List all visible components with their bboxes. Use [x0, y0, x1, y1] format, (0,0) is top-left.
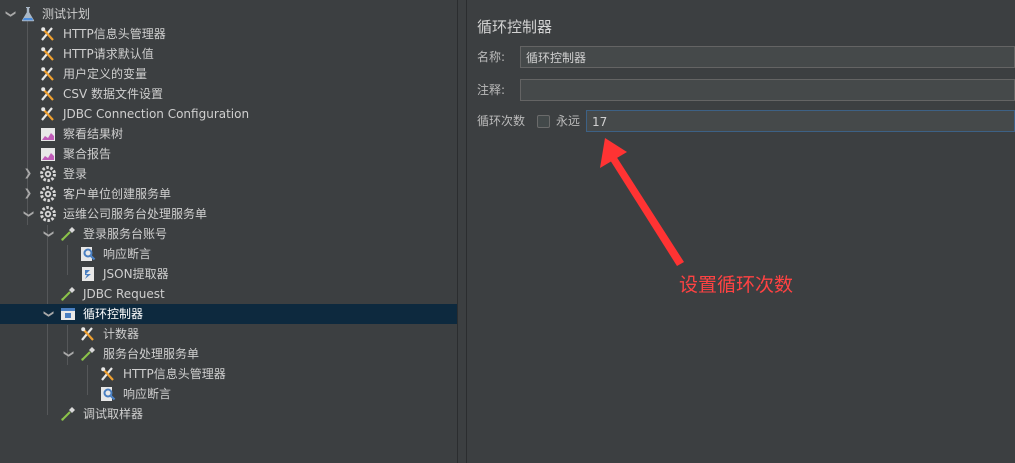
forever-checkbox[interactable] [537, 115, 550, 128]
tree-item-test-plan[interactable]: ❯ 测试计划 [0, 4, 457, 24]
tree-item-aggregate-report[interactable]: 聚合报告 [0, 144, 457, 164]
wrench-tool-icon [40, 46, 56, 62]
tree-item-client-create-ticket[interactable]: ❯ 客户单位创建服务单 [0, 184, 457, 204]
tree-item-service-desk-handle-ticket[interactable]: ❯ 服务台处理服务单 [0, 344, 457, 364]
chevron-down-icon[interactable]: ❯ [0, 8, 20, 20]
loop-count-label: 循环次数 [477, 114, 526, 128]
tree-item-label: HTTP请求默认值 [63, 47, 154, 61]
chart-icon [40, 126, 56, 142]
pipette-icon [60, 226, 76, 242]
tree-item-label: 调试取样器 [83, 407, 144, 421]
tree-item-label: 响应断言 [123, 387, 172, 401]
tree-item-label: JSON提取器 [103, 267, 169, 281]
name-field[interactable]: 循环控制器 [520, 46, 1015, 68]
tree-item-label: 登录 [63, 167, 88, 181]
tree-item-label: 服务台处理服务单 [103, 347, 200, 361]
tree-item-http-request-defaults[interactable]: HTTP请求默认值 [0, 44, 457, 64]
tree-item-label: 计数器 [103, 327, 140, 341]
tree-item-label: HTTP信息头管理器 [63, 27, 166, 41]
wrench-tool-icon [80, 326, 96, 342]
tree-item-label: 响应断言 [103, 247, 152, 261]
tree-item-login-service-desk[interactable]: ❯ 登录服务台账号 [0, 224, 457, 244]
tree-item-http-header-manager[interactable]: HTTP信息头管理器 [0, 24, 457, 44]
tree-item-ops-handle-ticket[interactable]: ❯ 运维公司服务台处理服务单 [0, 204, 457, 224]
tree-item-counter[interactable]: 计数器 [0, 324, 457, 344]
loop-controller-panel: 循环控制器 名称: 循环控制器 注释: 循环次数 永远 17 [467, 0, 1015, 463]
tree-item-loop-controller[interactable]: ❯ 循环控制器 [0, 304, 457, 324]
wrench-tool-icon [40, 26, 56, 42]
forever-label: 永远 [556, 114, 581, 128]
magnifier-icon [100, 386, 116, 402]
tree-item-label: 客户单位创建服务单 [63, 187, 172, 201]
name-label: 名称: [477, 50, 506, 64]
tree-item-label: JDBC Request [83, 287, 165, 301]
magnifier-icon [80, 246, 96, 262]
tree-item-view-results-tree[interactable]: 察看结果树 [0, 124, 457, 144]
tree-item-label: JDBC Connection Configuration [63, 107, 250, 121]
gear-icon [40, 186, 56, 202]
pipette-icon [80, 346, 96, 362]
chevron-down-icon[interactable]: ❯ [18, 208, 38, 220]
extractor-icon [80, 266, 96, 282]
tree-item-json-extractor[interactable]: JSON提取器 [0, 264, 457, 284]
tree-item-label: 登录服务台账号 [83, 227, 168, 241]
tree-item-label: 测试计划 [42, 7, 91, 21]
flask-icon [20, 6, 36, 22]
chart-icon [40, 146, 56, 162]
tree-item-label: 察看结果树 [63, 127, 124, 141]
tree-item-label: 聚合报告 [63, 147, 112, 161]
wrench-tool-icon [100, 366, 116, 382]
annotation-text: 设置循环次数 [679, 274, 794, 296]
tree-item-login[interactable]: ❯ 登录 [0, 164, 457, 184]
loop-count-field[interactable]: 17 [586, 110, 1015, 132]
tree-item-jdbc-connection-configuration[interactable]: JDBC Connection Configuration [0, 104, 457, 124]
wrench-tool-icon [40, 106, 56, 122]
pipette-icon [60, 286, 76, 302]
tree-item-label: 循环控制器 [83, 307, 144, 321]
panel-title: 循环控制器 [477, 18, 553, 36]
comment-field[interactable] [520, 79, 1015, 101]
tree-item-label: 运维公司服务台处理服务单 [63, 207, 208, 221]
tree-item-debug-sampler[interactable]: 调试取样器 [0, 404, 457, 424]
gear-icon [40, 206, 56, 222]
chevron-down-icon[interactable]: ❯ [38, 228, 58, 240]
tree-item-label: HTTP信息头管理器 [123, 367, 226, 381]
pane-splitter[interactable] [457, 0, 467, 463]
pipette-icon [60, 406, 76, 422]
chevron-right-icon[interactable]: ❯ [22, 184, 34, 204]
wrench-tool-icon [40, 86, 56, 102]
tree-item-response-assertion[interactable]: 响应断言 [0, 244, 457, 264]
tree-item-user-defined-variables[interactable]: 用户定义的变量 [0, 64, 457, 84]
gear-icon [40, 166, 56, 182]
controller-icon [60, 306, 76, 322]
chevron-right-icon[interactable]: ❯ [22, 164, 34, 184]
tree-item-label: CSV 数据文件设置 [63, 87, 164, 101]
tree-item-label: 用户定义的变量 [63, 67, 148, 81]
wrench-tool-icon [40, 66, 56, 82]
tree-item-csv-data-set[interactable]: CSV 数据文件设置 [0, 84, 457, 104]
tree-item-response-assertion-2[interactable]: 响应断言 [0, 384, 457, 404]
test-plan-tree[interactable]: ❯ 测试计划 HTTP信息头管理器 HTTP请求默认值 用户定义的变量 CSV … [0, 0, 457, 463]
chevron-down-icon[interactable]: ❯ [38, 308, 58, 320]
chevron-down-icon[interactable]: ❯ [58, 348, 78, 360]
comment-label: 注释: [477, 83, 506, 97]
tree-item-http-header-manager-2[interactable]: HTTP信息头管理器 [0, 364, 457, 384]
tree-item-jdbc-request[interactable]: JDBC Request [0, 284, 457, 304]
